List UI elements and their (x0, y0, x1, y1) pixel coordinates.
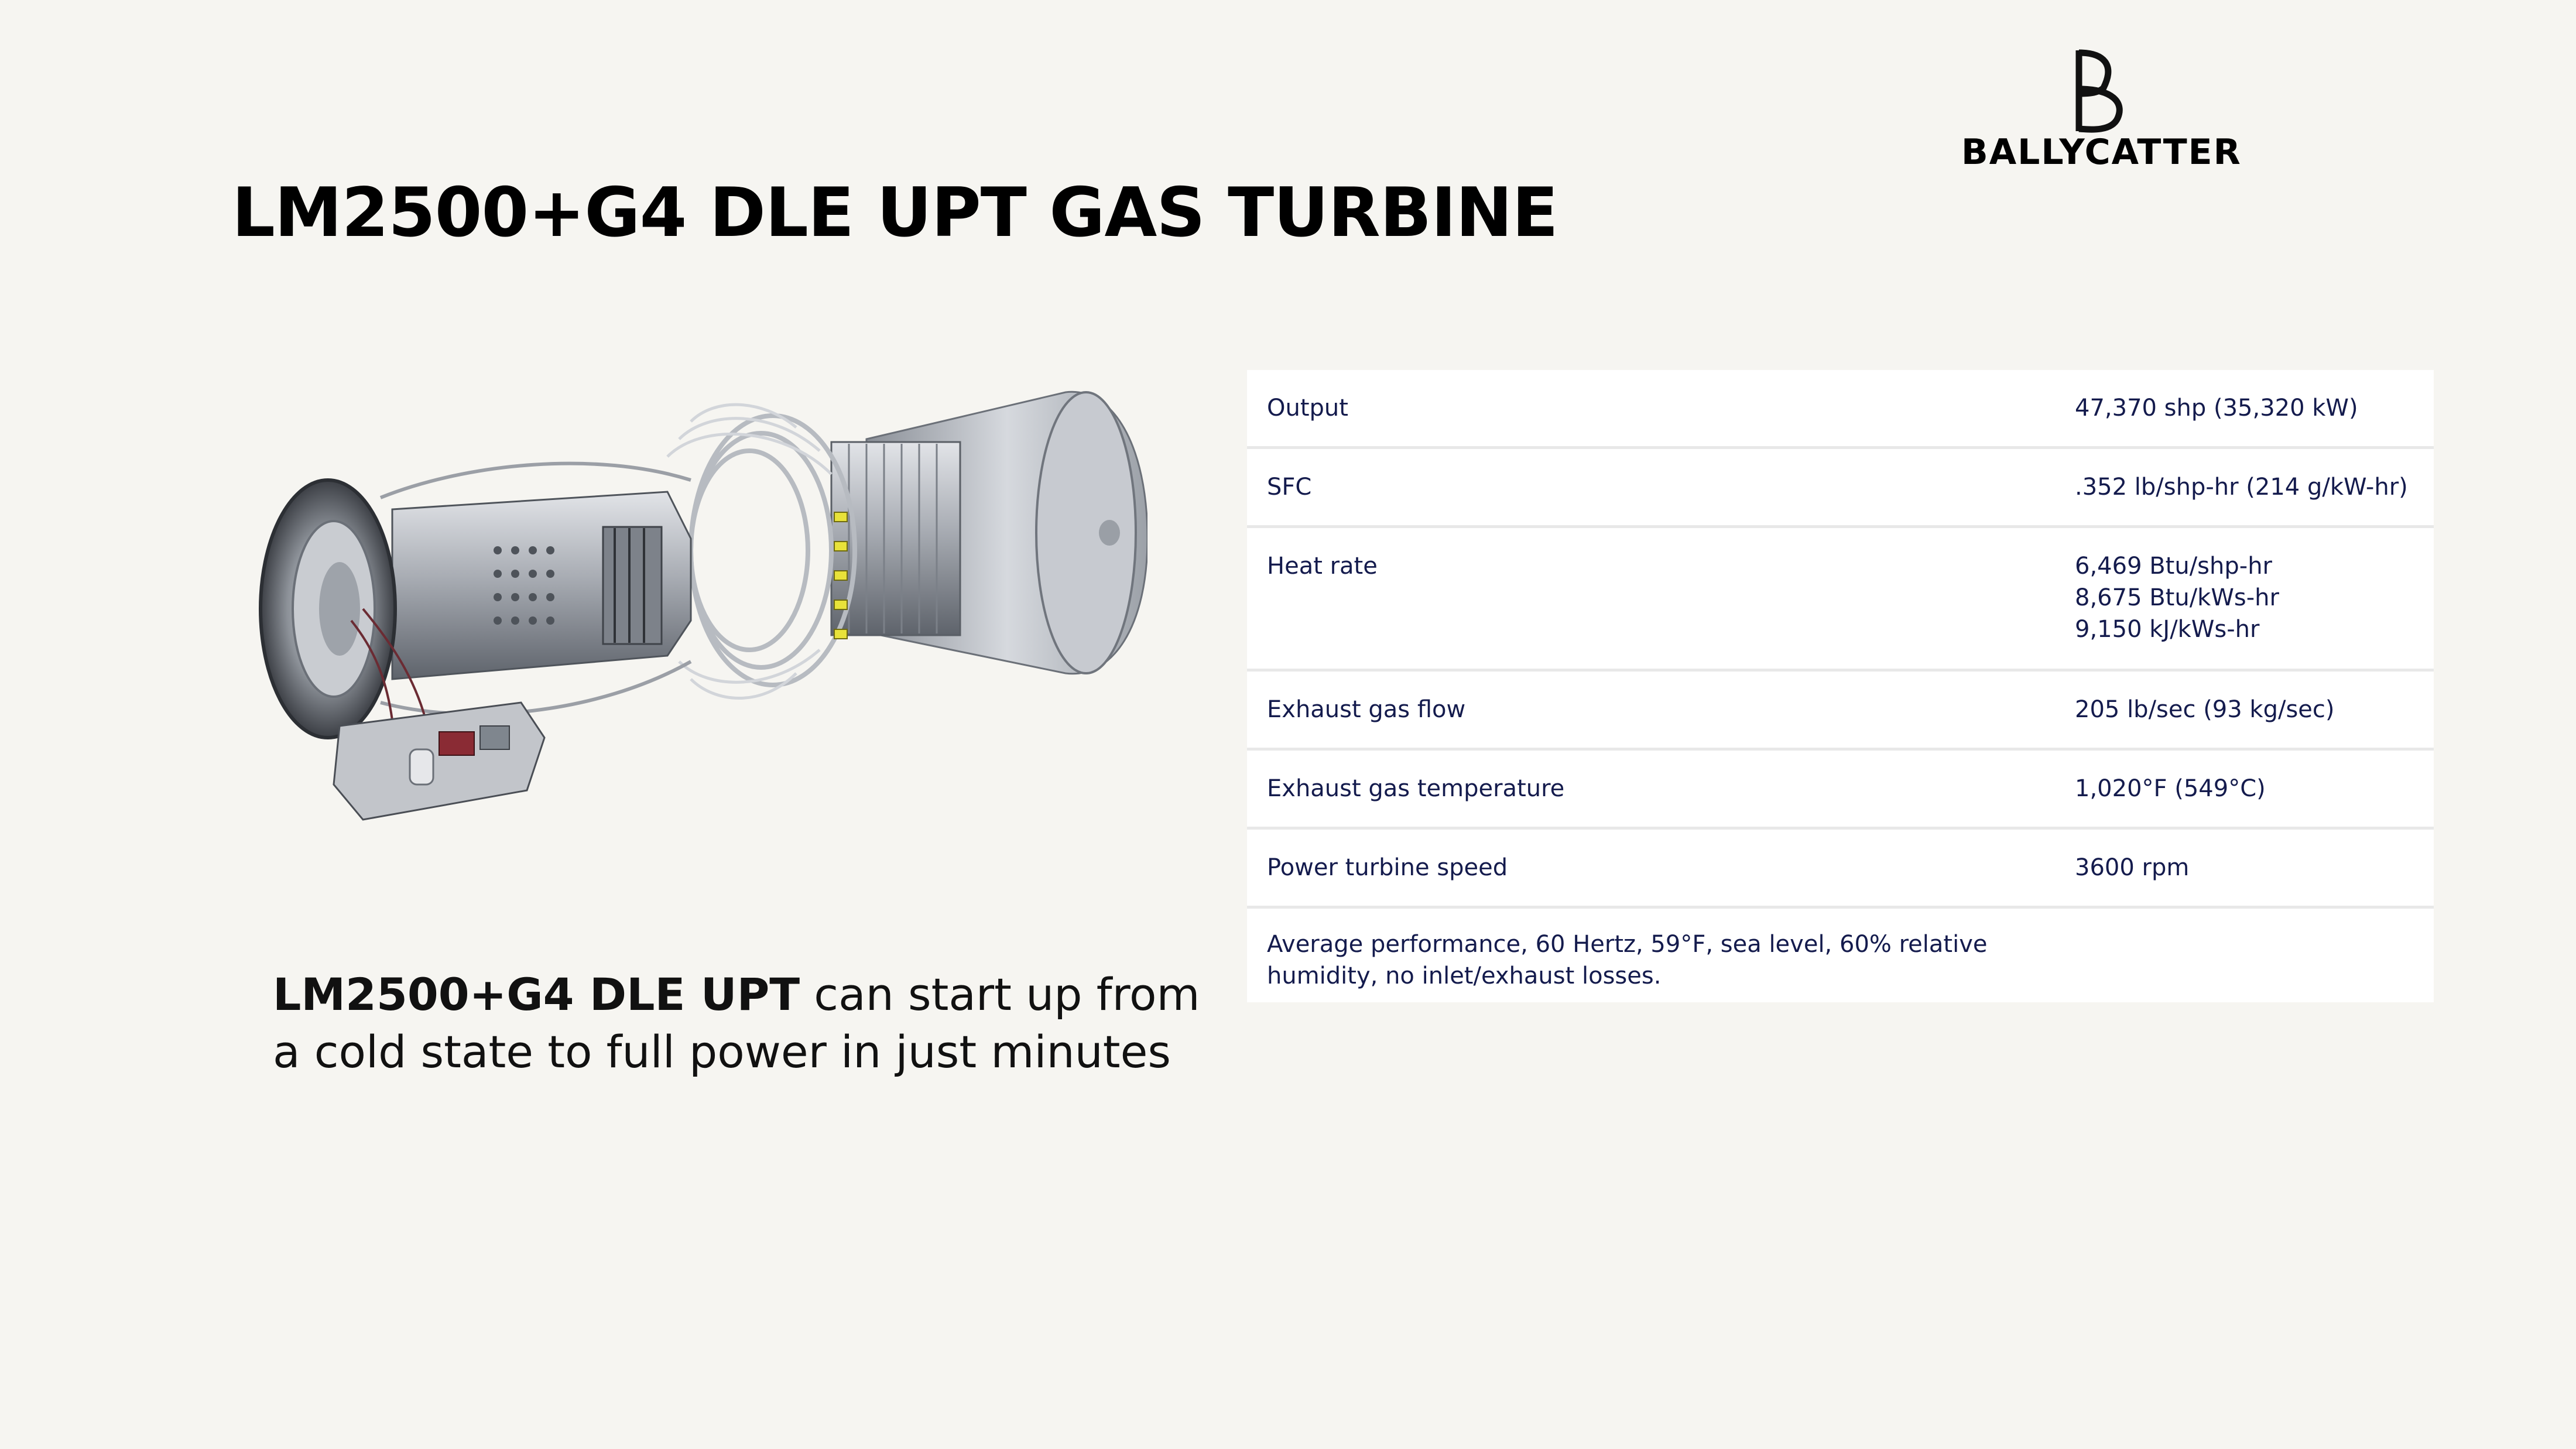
spec-value-line: 9,150 kJ/kWs-hr (2075, 616, 2260, 643)
spec-label: Power turbine speed (1267, 854, 1508, 881)
spec-row-heat-rate: Heat rate 6,469 Btu/shp-hr 8,675 Btu/kWs… (1247, 528, 2434, 672)
spec-value-line: 47,370 shp (35,320 kW) (2075, 395, 2358, 422)
spec-value-line: 1,020°F (549°C) (2075, 775, 2266, 802)
spec-value: 47,370 shp (35,320 kW) (2075, 392, 2434, 446)
logo-wordmark: BALLYCATTER (1961, 132, 2242, 173)
spec-footnote: Average performance, 60 Hertz, 59°F, sea… (1267, 931, 1988, 989)
b-monogram-icon (2075, 49, 2123, 133)
spec-row-output: Output 47,370 shp (35,320 kW) (1247, 370, 2434, 449)
spec-value-line: 8,675 Btu/kWs-hr (2075, 584, 2279, 611)
spec-row-power-turbine-speed: Power turbine speed 3600 rpm (1247, 830, 2434, 909)
spec-value: 1,020°F (549°C) (2075, 773, 2434, 827)
ballycatter-logo: BALLYCATTER (1961, 47, 2242, 176)
caption-bold: LM2500+G4 DLE UPT (273, 968, 800, 1020)
spec-value: .352 lb/shp-hr (214 g/kW-hr) (2075, 471, 2434, 525)
spec-table: Output 47,370 shp (35,320 kW) SFC .352 l… (1247, 370, 2434, 1002)
spec-label: Exhaust gas temperature (1267, 775, 1565, 802)
spec-label: Exhaust gas flow (1267, 696, 1466, 723)
gas-turbine-illustration (259, 390, 1147, 821)
spec-value: 6,469 Btu/shp-hr 8,675 Btu/kWs-hr 9,150 … (2075, 550, 2434, 669)
spec-label: SFC (1267, 474, 1312, 501)
spec-label: Heat rate (1267, 553, 1378, 580)
caption: LM2500+G4 DLE UPT can start up from a co… (273, 966, 1210, 1081)
spec-value: 3600 rpm (2075, 852, 2434, 906)
spec-value-line: .352 lb/shp-hr (214 g/kW-hr) (2075, 474, 2408, 501)
spec-value-line: 3600 rpm (2075, 854, 2190, 881)
spec-value-line: 205 lb/sec (93 kg/sec) (2075, 696, 2335, 723)
spec-row-exhaust-gas-temperature: Exhaust gas temperature 1,020°F (549°C) (1247, 751, 2434, 830)
spec-value: 205 lb/sec (93 kg/sec) (2075, 694, 2434, 748)
spec-label: Output (1267, 395, 1348, 422)
spec-value-line: 6,469 Btu/shp-hr (2075, 553, 2272, 580)
slide-title: LM2500+G4 DLE UPT GAS TURBINE (232, 173, 1558, 252)
spec-row-sfc: SFC .352 lb/shp-hr (214 g/kW-hr) (1247, 449, 2434, 528)
spec-row-exhaust-gas-flow: Exhaust gas flow 205 lb/sec (93 kg/sec) (1247, 672, 2434, 751)
